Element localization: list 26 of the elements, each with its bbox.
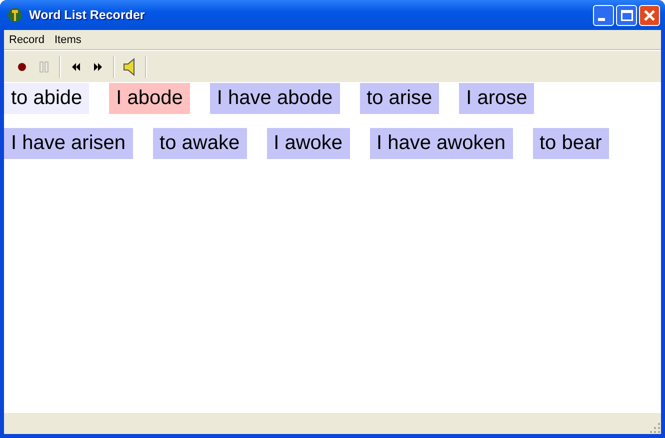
word-tile[interactable]: I abode — [109, 83, 190, 114]
close-button[interactable] — [639, 4, 660, 26]
fast-forward-icon — [93, 62, 103, 70]
speaker-icon — [123, 58, 137, 76]
close-icon — [644, 10, 655, 20]
word-tile[interactable]: I awoke — [266, 128, 350, 159]
resize-grip-icon — [650, 423, 660, 433]
app-icon — [7, 7, 23, 23]
maximize-button[interactable] — [616, 4, 637, 26]
record-icon — [17, 62, 27, 72]
menu-item[interactable]: Record — [9, 34, 44, 46]
word-tile[interactable]: to awake — [152, 128, 247, 159]
word-tile[interactable]: to arise — [360, 83, 440, 114]
maximize-icon — [620, 10, 632, 20]
word-tile[interactable]: I have arisen — [4, 128, 133, 159]
window-title: Word List Recorder — [29, 8, 146, 22]
word-tile[interactable]: I arose — [459, 83, 534, 114]
rewind-icon — [71, 62, 81, 70]
word-tile[interactable]: I have abode — [210, 83, 340, 114]
minimize-icon — [598, 18, 605, 20]
word-tile[interactable]: to bear — [532, 128, 609, 159]
pause-icon — [39, 60, 49, 72]
minimize-button[interactable] — [593, 4, 614, 26]
menu-item[interactable]: Items — [54, 34, 82, 46]
word-tile[interactable]: to abide — [4, 83, 90, 114]
word-tile[interactable]: I have awoken — [370, 128, 512, 159]
